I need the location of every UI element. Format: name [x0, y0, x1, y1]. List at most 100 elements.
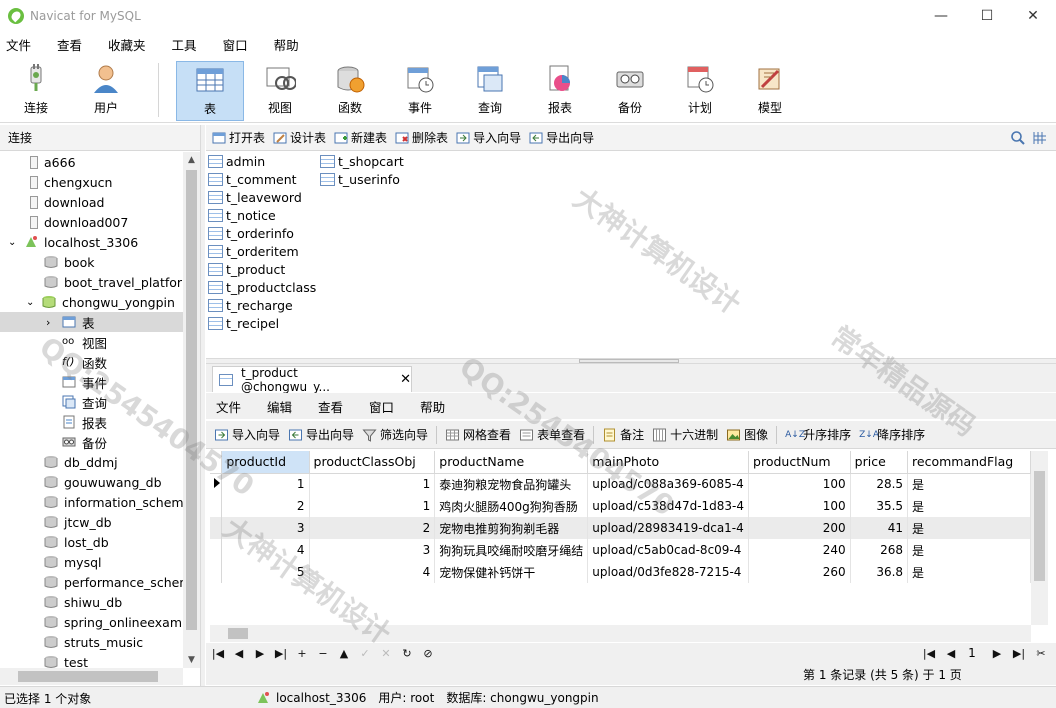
cell-productname[interactable]: 狗狗玩具咬绳耐咬磨牙绳结	[434, 539, 589, 561]
cell-price[interactable]: 36.8	[850, 561, 909, 583]
backup-button[interactable]: 备份	[596, 61, 664, 121]
delete-table-button[interactable]: 删除表	[395, 129, 448, 146]
filter-wizard-button[interactable]: 筛选向导	[362, 426, 428, 443]
column-header-price[interactable]: price	[850, 451, 909, 474]
table-row[interactable]: 3 2 宠物电推剪狗狗剃毛器 upload/28983419-dca1-4 20…	[210, 517, 1031, 539]
table-item-t-notice[interactable]: t_notice	[208, 206, 276, 224]
table-item-t-leaveword[interactable]: t_leaveword	[208, 188, 302, 206]
cell-productnum[interactable]: 260	[748, 561, 851, 583]
table-row[interactable]: 4 3 狗狗玩具咬绳耐咬磨牙绳结 upload/c5ab0cad-8c09-4 …	[210, 539, 1031, 561]
column-header-productid[interactable]: productId	[221, 451, 310, 474]
page-number[interactable]: 1	[960, 646, 984, 660]
cell-productid[interactable]: 1	[221, 473, 310, 495]
table-item-t-comment[interactable]: t_comment	[208, 170, 297, 188]
row-selector[interactable]	[210, 495, 223, 517]
tree-item-shiwu-db[interactable]: shiwu_db	[0, 592, 183, 612]
first-record-icon[interactable]: |◀	[209, 647, 227, 660]
cell-productnum[interactable]: 240	[748, 539, 851, 561]
tree-item-a666[interactable]: a666	[0, 152, 183, 172]
column-header-productclassobj[interactable]: productClassObj	[309, 451, 436, 474]
tree-item-views[interactable]: oo 视图	[0, 332, 183, 352]
cell-recommandflag[interactable]: 是	[907, 539, 1031, 561]
tree-item-tables[interactable]: › 表	[0, 312, 183, 332]
cell-recommandflag[interactable]: 是	[907, 473, 1031, 495]
cell-productnum[interactable]: 100	[748, 495, 851, 517]
hex-button[interactable]: 十六进制	[652, 426, 718, 443]
cell-mainphoto[interactable]: upload/28983419-dca1-4	[587, 517, 750, 539]
editor-menu-help[interactable]: 帮助	[420, 397, 445, 416]
grid-view-button[interactable]: 网格查看	[445, 426, 511, 443]
table-item-t-orderitem[interactable]: t_orderitem	[208, 242, 299, 260]
settings-icon[interactable]: ✂	[1032, 647, 1050, 660]
cell-price[interactable]: 41	[850, 517, 909, 539]
table-item-t-shopcart[interactable]: t_shopcart	[320, 152, 404, 170]
stop-icon[interactable]: ⊘	[419, 647, 437, 660]
first-page-icon[interactable]: |◀	[920, 647, 938, 660]
refresh-icon[interactable]: ↻	[398, 647, 416, 660]
tree-item-db-ddmj[interactable]: db_ddmj	[0, 452, 183, 472]
splitter-grip[interactable]	[579, 359, 679, 363]
column-header-mainphoto[interactable]: mainPhoto	[587, 451, 750, 474]
tree-item-information-schema[interactable]: information_schema	[0, 492, 183, 512]
tree-item-boot-travel-platform[interactable]: boot_travel_platform	[0, 272, 183, 292]
scrollbar-thumb[interactable]	[186, 170, 197, 630]
tree-item-chengxucn[interactable]: chengxucn	[0, 172, 183, 192]
delete-record-icon[interactable]: −	[314, 647, 332, 660]
cell-productnum[interactable]: 200	[748, 517, 851, 539]
tree-horizontal-scrollbar[interactable]	[0, 668, 183, 685]
search-icon[interactable]	[1010, 130, 1026, 146]
menu-tools[interactable]: 工具	[172, 35, 197, 54]
tree-item-mysql[interactable]: mysql	[0, 552, 183, 572]
cell-recommandflag[interactable]: 是	[907, 495, 1031, 517]
table-button[interactable]: 表	[176, 61, 244, 121]
table-item-t-recipel[interactable]: t_recipel	[208, 314, 279, 332]
tree-item-localhost[interactable]: ⌄ localhost_3306	[0, 232, 183, 252]
cell-productclassobj[interactable]: 2	[309, 517, 436, 539]
view-button[interactable]: 视图	[246, 61, 314, 121]
scrollbar-thumb[interactable]	[228, 628, 248, 639]
tree-item-spring-onlineexam[interactable]: spring_onlineexam	[0, 612, 183, 632]
cell-productid[interactable]: 2	[221, 495, 310, 517]
add-record-icon[interactable]: +	[293, 647, 311, 660]
image-button[interactable]: 图像	[726, 426, 768, 443]
cell-productname[interactable]: 泰迪狗粮宠物食品狗罐头	[434, 473, 589, 495]
prev-page-icon[interactable]: ◀	[942, 647, 960, 660]
cell-productid[interactable]: 5	[221, 561, 310, 583]
tree-item-functions[interactable]: f() 函数	[0, 352, 183, 372]
row-selector[interactable]	[210, 561, 223, 583]
tree-item-jtcw-db[interactable]: jtcw_db	[0, 512, 183, 532]
editor-menu-view[interactable]: 查看	[318, 397, 343, 416]
tree-item-download[interactable]: download	[0, 192, 183, 212]
user-button[interactable]: 用户	[72, 61, 140, 121]
panel-splitter[interactable]	[200, 125, 205, 687]
next-page-icon[interactable]: ▶	[988, 647, 1006, 660]
sort-descending-button[interactable]: Z↓A 降序排序	[859, 426, 925, 443]
cell-mainphoto[interactable]: upload/0d3fe828-7215-4	[587, 561, 750, 583]
grid-vertical-scrollbar[interactable]	[1031, 451, 1048, 625]
event-button[interactable]: 事件	[386, 61, 454, 121]
export-wizard-button[interactable]: 导出向导	[288, 426, 354, 443]
grid-horizontal-scrollbar[interactable]	[210, 625, 1031, 642]
design-table-button[interactable]: 设计表	[273, 129, 326, 146]
next-record-icon[interactable]: ▶	[251, 647, 269, 660]
scroll-up-icon[interactable]: ▲	[183, 152, 200, 168]
tree-item-chongwu-yongpin[interactable]: ⌄ chongwu_yongpin	[0, 292, 183, 312]
maximize-button[interactable]: ☐	[964, 0, 1010, 32]
import-wizard-button[interactable]: 导入向导	[214, 426, 280, 443]
tree-item-struts-music[interactable]: struts_music	[0, 632, 183, 652]
row-selector[interactable]	[210, 539, 223, 561]
cell-mainphoto[interactable]: upload/c5ab0cad-8c09-4	[587, 539, 750, 561]
cell-productclassobj[interactable]: 1	[309, 495, 436, 517]
prev-record-icon[interactable]: ◀	[230, 647, 248, 660]
table-item-t-productclass[interactable]: t_productclass	[208, 278, 316, 296]
tab-t-product[interactable]: t_product @chongwu_y... ✕	[212, 366, 412, 394]
cell-productclassobj[interactable]: 4	[309, 561, 436, 583]
scrollbar-thumb[interactable]	[18, 671, 158, 682]
open-table-button[interactable]: 打开表	[212, 129, 265, 146]
menu-help[interactable]: 帮助	[274, 35, 299, 54]
cell-recommandflag[interactable]: 是	[907, 561, 1031, 583]
import-wizard-button[interactable]: 导入向导	[456, 129, 521, 146]
close-button[interactable]: ✕	[1010, 0, 1056, 32]
minimize-button[interactable]: —	[918, 0, 964, 32]
row-selector[interactable]	[210, 517, 223, 539]
